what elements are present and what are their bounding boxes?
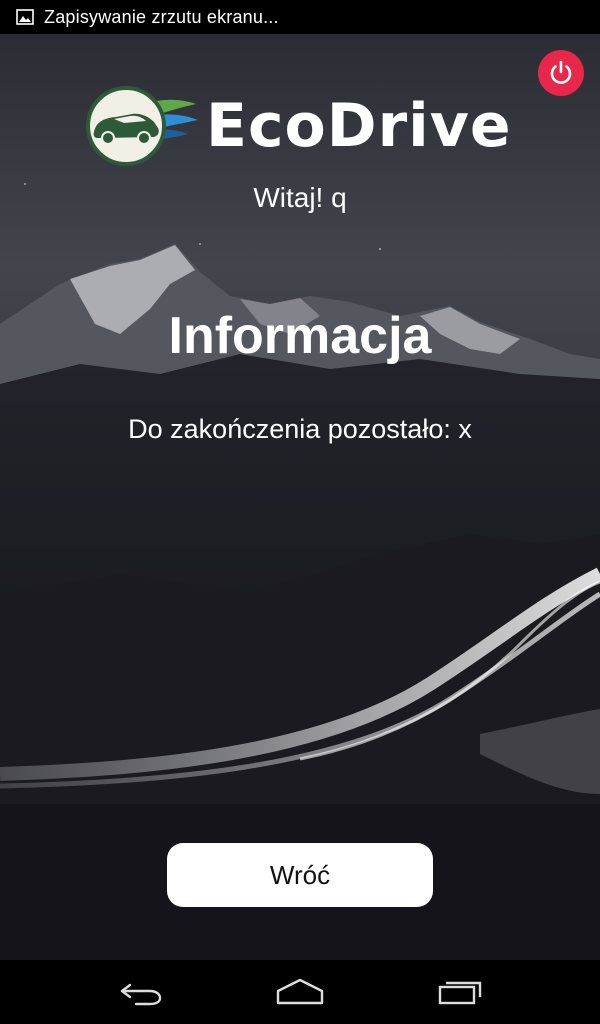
nav-recents-button[interactable]: [430, 970, 490, 1014]
car-logo-icon: [86, 86, 198, 166]
back-button[interactable]: Wróć: [167, 843, 433, 907]
ecodrive-logo: EcoDrive: [84, 84, 512, 168]
home-icon: [276, 978, 324, 1005]
power-icon: [550, 60, 572, 84]
nav-home-button[interactable]: [270, 970, 330, 1014]
status-bar: Zapisywanie zrzutu ekranu...: [0, 0, 600, 34]
background-image: [0, 34, 600, 960]
navigation-bar: [0, 960, 600, 1024]
page-title: Informacja: [168, 307, 432, 365]
back-icon: [120, 983, 162, 1006]
app-screen: EcoDrive Witaj! q Informacja Do zakończe…: [0, 34, 600, 960]
power-button[interactable]: [538, 50, 584, 96]
recents-icon: [438, 981, 482, 1005]
status-notification-text: Zapisywanie zrzutu ekranu...: [44, 6, 279, 27]
nav-back-button[interactable]: [110, 970, 170, 1014]
greeting-text: Witaj! q: [253, 182, 347, 213]
image-icon: [16, 8, 34, 26]
screen: Zapisywanie zrzutu ekranu... EcoDrive Wi…: [0, 0, 600, 1024]
logo-text: EcoDrive: [206, 91, 512, 161]
remaining-info-text: Do zakończenia pozostało: x: [128, 414, 472, 444]
